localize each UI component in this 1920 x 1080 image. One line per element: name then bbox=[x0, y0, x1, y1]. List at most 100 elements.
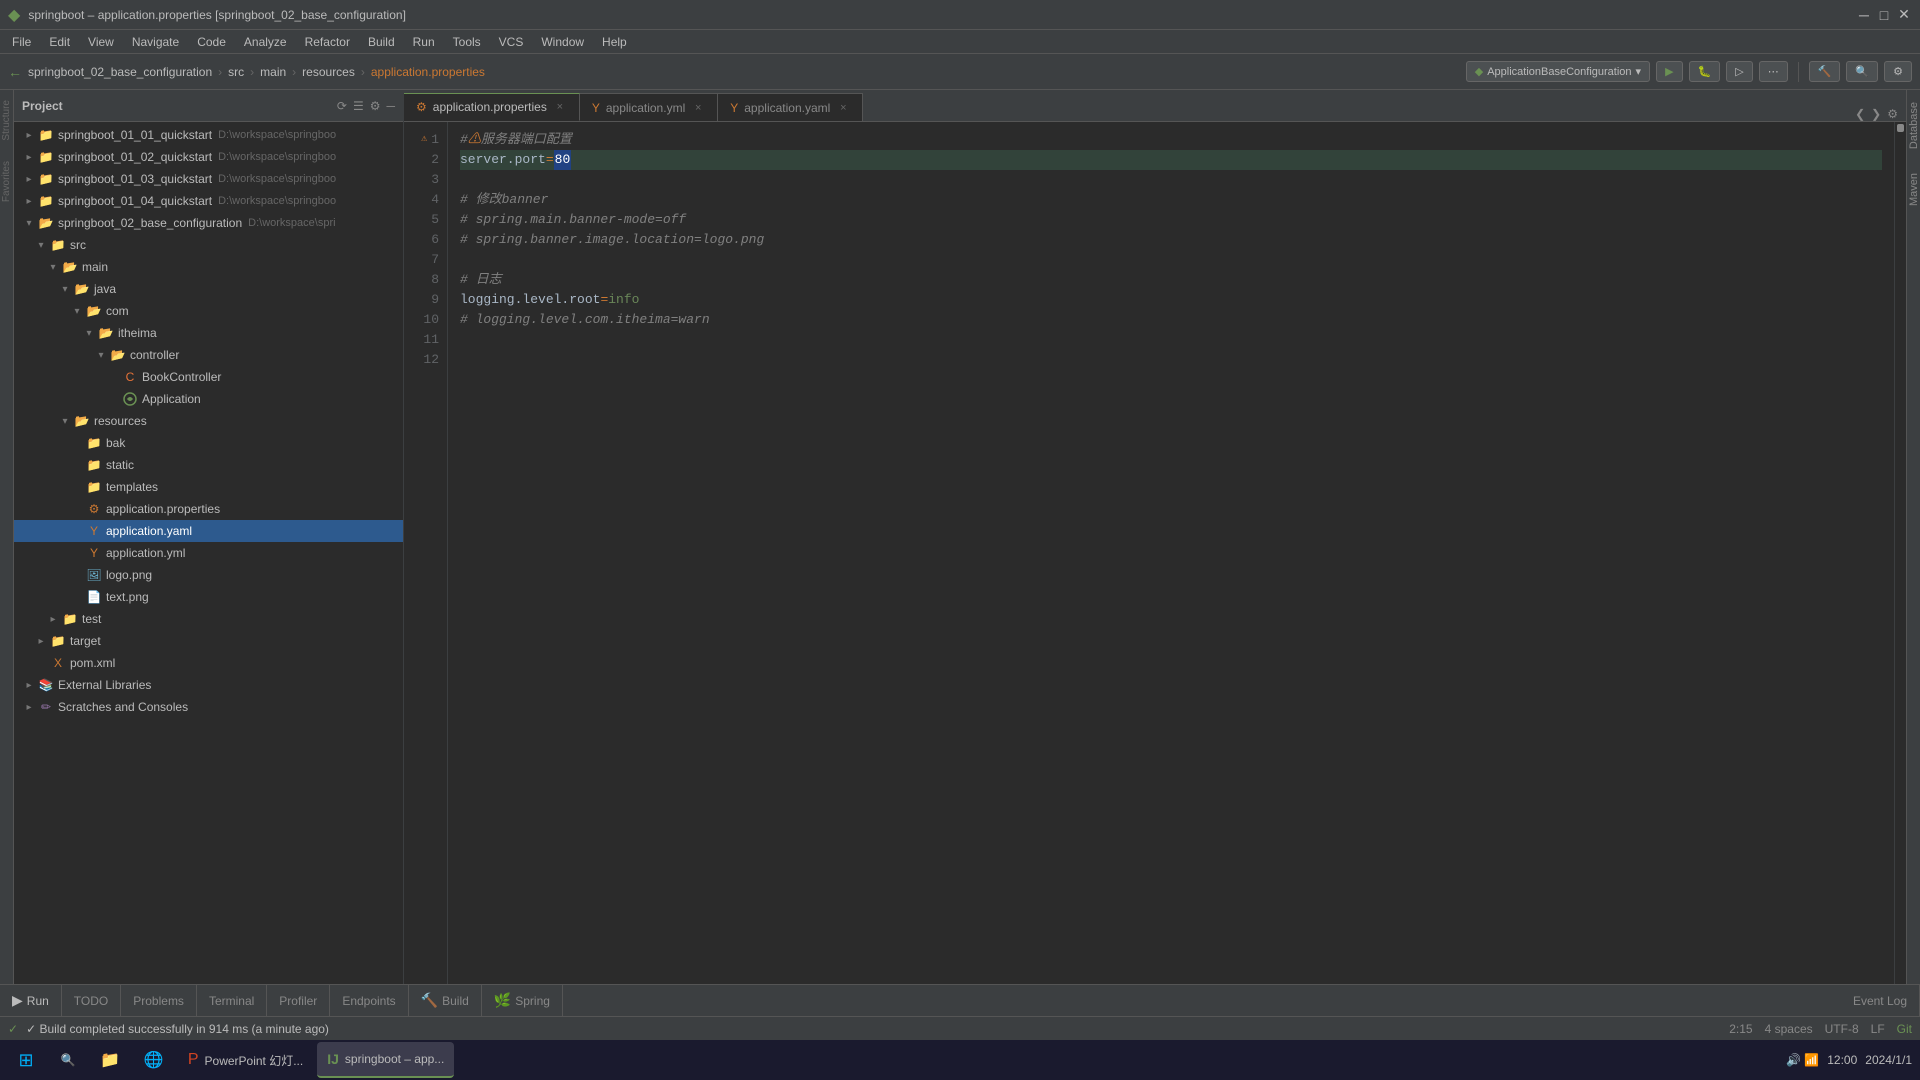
code-editor[interactable]: #⚠服务器端口配置 server.port=80 # 修改banner # sp… bbox=[448, 122, 1894, 984]
tree-item-resources[interactable]: 📂 resources bbox=[14, 410, 403, 432]
tree-item-springboot-01-01[interactable]: 📁 springboot_01_01_quickstart D:\workspa… bbox=[14, 124, 403, 146]
line-sep-indicator[interactable]: LF bbox=[1871, 1022, 1885, 1036]
build-button[interactable]: 🔨 bbox=[1809, 61, 1841, 82]
tab-action-right[interactable]: ❯ bbox=[1871, 107, 1881, 121]
tree-item-scratches[interactable]: ✏ Scratches and Consoles bbox=[14, 696, 403, 718]
tree-item-main[interactable]: 📂 main bbox=[14, 256, 403, 278]
taskbar-search[interactable]: 🔍 bbox=[50, 1042, 86, 1078]
breadcrumb-resources[interactable]: resources bbox=[302, 65, 355, 79]
tree-item-test[interactable]: 📁 test bbox=[14, 608, 403, 630]
tree-item-app-properties[interactable]: ⚙ application.properties bbox=[14, 498, 403, 520]
bottom-tab-problems[interactable]: Problems bbox=[121, 985, 197, 1017]
coverage-button[interactable]: ▷ bbox=[1726, 61, 1752, 82]
label-app-properties: application.properties bbox=[106, 502, 220, 516]
tab-application-properties[interactable]: ⚙ application.properties × bbox=[404, 93, 580, 121]
bottom-tab-terminal[interactable]: Terminal bbox=[197, 985, 267, 1017]
menu-refactor[interactable]: Refactor bbox=[297, 33, 358, 51]
taskbar-app-intellij[interactable]: IJ springboot – app... bbox=[317, 1042, 454, 1078]
minimize-button[interactable]: ─ bbox=[1856, 7, 1872, 23]
bottom-tab-todo[interactable]: TODO bbox=[62, 985, 121, 1017]
tree-item-bookcontroller[interactable]: C BookController bbox=[14, 366, 403, 388]
menu-edit[interactable]: Edit bbox=[41, 33, 78, 51]
tree-item-bak[interactable]: 📁 bak bbox=[14, 432, 403, 454]
breadcrumb-file[interactable]: application.properties bbox=[371, 65, 485, 79]
back-icon[interactable]: ← bbox=[8, 64, 22, 80]
tree-item-templates[interactable]: 📁 templates bbox=[14, 476, 403, 498]
label-app-yml: application.yml bbox=[106, 546, 185, 560]
bottom-tab-profiler[interactable]: Profiler bbox=[267, 985, 330, 1017]
menu-build[interactable]: Build bbox=[360, 33, 403, 51]
taskbar-app-powerpoint[interactable]: P PowerPoint 幻灯... bbox=[178, 1042, 313, 1078]
tree-item-springboot-02[interactable]: 📂 springboot_02_base_configuration D:\wo… bbox=[14, 212, 403, 234]
tree-item-pom[interactable]: X pom.xml bbox=[14, 652, 403, 674]
tree-item-springboot-01-03[interactable]: 📁 springboot_01_03_quickstart D:\workspa… bbox=[14, 168, 403, 190]
bottom-tab-spring[interactable]: 🌿 Spring bbox=[482, 985, 563, 1017]
vcs-icon[interactable]: Git bbox=[1897, 1022, 1912, 1036]
menu-navigate[interactable]: Navigate bbox=[124, 33, 187, 51]
spaces-indicator[interactable]: 4 spaces bbox=[1765, 1022, 1813, 1036]
taskbar-app-chrome[interactable]: 🌐 bbox=[134, 1042, 174, 1078]
menu-tools[interactable]: Tools bbox=[445, 33, 489, 51]
tree-item-application[interactable]: Application bbox=[14, 388, 403, 410]
left-strip-favorites[interactable]: Favorites bbox=[0, 151, 14, 212]
explorer-icon: 📁 bbox=[100, 1050, 120, 1070]
tree-item-itheima[interactable]: 📂 itheima bbox=[14, 322, 403, 344]
collapse-icon[interactable]: ☰ bbox=[353, 99, 364, 113]
windows-start-button[interactable]: ⊞ bbox=[8, 1042, 44, 1078]
tab-application-yml[interactable]: Y application.yml × bbox=[580, 93, 718, 121]
bottom-tab-endpoints[interactable]: Endpoints bbox=[330, 985, 408, 1017]
tree-item-com[interactable]: 📂 com bbox=[14, 300, 403, 322]
menu-vcs[interactable]: VCS bbox=[491, 33, 532, 51]
tree-item-java[interactable]: 📂 java bbox=[14, 278, 403, 300]
tree-item-app-yaml[interactable]: Y application.yaml bbox=[14, 520, 403, 542]
run-config-dropdown[interactable]: ◆ ApplicationBaseConfiguration ▾ bbox=[1466, 61, 1650, 82]
menu-analyze[interactable]: Analyze bbox=[236, 33, 295, 51]
menu-view[interactable]: View bbox=[80, 33, 122, 51]
taskbar-app-explorer[interactable]: 📁 bbox=[90, 1042, 130, 1078]
tree-item-springboot-01-02[interactable]: 📁 springboot_01_02_quickstart D:\workspa… bbox=[14, 146, 403, 168]
tree-item-controller[interactable]: 📂 controller bbox=[14, 344, 403, 366]
debug-button[interactable]: 🐛 bbox=[1689, 61, 1721, 82]
tab-action-left[interactable]: ❮ bbox=[1855, 107, 1865, 121]
sync-icon[interactable]: ⟳ bbox=[337, 99, 347, 113]
breadcrumb-src[interactable]: src bbox=[228, 65, 244, 79]
menu-code[interactable]: Code bbox=[189, 33, 234, 51]
tab-application-yaml[interactable]: Y application.yaml × bbox=[718, 93, 863, 121]
tree-item-logo-png[interactable]: 🖼 logo.png bbox=[14, 564, 403, 586]
position-indicator[interactable]: 2:15 bbox=[1729, 1022, 1752, 1036]
left-strip-structure[interactable]: Structure bbox=[0, 90, 14, 151]
maximize-button[interactable]: □ bbox=[1876, 7, 1892, 23]
bottom-tab-run[interactable]: ▶ Run bbox=[0, 985, 62, 1017]
tree-item-external-libs[interactable]: 📚 External Libraries bbox=[14, 674, 403, 696]
label-springboot-01-02: springboot_01_02_quickstart bbox=[58, 150, 212, 164]
menu-file[interactable]: File bbox=[4, 33, 39, 51]
close-button[interactable]: ✕ bbox=[1896, 7, 1912, 23]
more-run-button[interactable]: ⋯ bbox=[1759, 61, 1788, 82]
tab-close-yml[interactable]: × bbox=[691, 101, 705, 115]
close-icon[interactable]: ─ bbox=[386, 99, 395, 113]
run-button[interactable]: ▶ bbox=[1656, 61, 1682, 82]
bottom-tab-build[interactable]: 🔨 Build bbox=[409, 985, 482, 1017]
settings-icon[interactable]: ⚙ bbox=[370, 99, 381, 113]
menu-run[interactable]: Run bbox=[405, 33, 443, 51]
tree-item-target[interactable]: 📁 target bbox=[14, 630, 403, 652]
tree-item-static[interactable]: 📁 static bbox=[14, 454, 403, 476]
tab-action-settings[interactable]: ⚙ bbox=[1887, 107, 1898, 121]
menu-window[interactable]: Window bbox=[533, 33, 592, 51]
settings-button[interactable]: ⚙ bbox=[1884, 61, 1912, 82]
label-scratches: Scratches and Consoles bbox=[58, 700, 188, 714]
tab-close-yaml[interactable]: × bbox=[836, 101, 850, 115]
tree-item-springboot-01-04[interactable]: 📁 springboot_01_04_quickstart D:\workspa… bbox=[14, 190, 403, 212]
right-panel-maven[interactable]: Maven bbox=[1904, 161, 1920, 218]
tree-item-text-png[interactable]: 📄 text.png bbox=[14, 586, 403, 608]
breadcrumb-main[interactable]: main bbox=[260, 65, 286, 79]
tab-close-properties[interactable]: × bbox=[553, 100, 567, 114]
tree-item-src[interactable]: 📁 src bbox=[14, 234, 403, 256]
breadcrumb-project[interactable]: springboot_02_base_configuration bbox=[28, 65, 212, 79]
encoding-indicator[interactable]: UTF-8 bbox=[1825, 1022, 1859, 1036]
tree-item-app-yml[interactable]: Y application.yml bbox=[14, 542, 403, 564]
menu-help[interactable]: Help bbox=[594, 33, 635, 51]
right-panel-database[interactable]: Database bbox=[1904, 90, 1920, 161]
bottom-tab-event-log[interactable]: Event Log bbox=[1841, 985, 1920, 1017]
search-button[interactable]: 🔍 bbox=[1846, 61, 1878, 82]
